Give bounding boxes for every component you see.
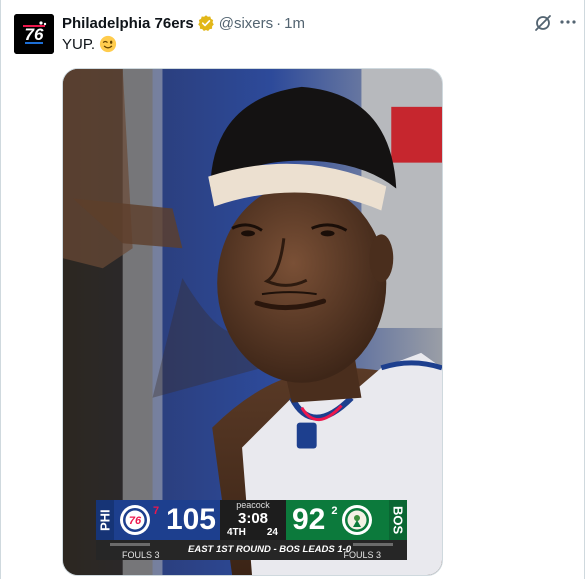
away-seed: 2 xyxy=(331,505,338,517)
sixers-avatar[interactable]: 76 xyxy=(14,14,54,54)
celtics-team-logo-icon xyxy=(341,505,372,535)
away-fouls: FOULS 3 xyxy=(343,550,381,560)
shot-clock: 24 xyxy=(266,527,278,538)
grok-icon[interactable] xyxy=(533,13,553,33)
home-fouls-bar xyxy=(110,543,150,546)
sixers-team-logo-icon: 76 xyxy=(120,505,150,535)
tweet-header: Philadelphia 76ers @sixers · 1m xyxy=(62,13,305,33)
svg-text:76: 76 xyxy=(25,25,44,44)
home-team-abbr: PHI xyxy=(96,500,114,540)
display-name[interactable]: Philadelphia 76ers xyxy=(62,15,194,32)
timestamp[interactable]: 1m xyxy=(284,15,305,32)
sixers-logo-icon: 76 xyxy=(14,14,54,54)
away-fouls-bar xyxy=(353,543,393,546)
game-clock-panel: peacock 3:08 4TH 24 xyxy=(220,500,286,540)
account-handle[interactable]: @sixers xyxy=(219,15,273,32)
left-border xyxy=(0,0,1,579)
scorebug-info-row: FOULS 3 EAST 1ST ROUND - BOS LEADS 1-0 F… xyxy=(96,540,407,560)
away-team-abbr: BOS xyxy=(389,500,407,540)
game-clock: 3:08 xyxy=(237,510,269,527)
more-options-icon[interactable] xyxy=(559,19,577,25)
home-team-panel: PHI 76 7 105 xyxy=(96,500,220,540)
away-team-panel: 92 2 BOS xyxy=(286,500,407,540)
away-score: 92 xyxy=(292,503,326,536)
tweet-text-content: YUP. xyxy=(62,35,96,53)
scorebug: PHI 76 7 105 peacock 3:08 4TH 24 92 2 BO… xyxy=(96,500,407,562)
series-status: EAST 1ST ROUND - BOS LEADS 1-0 xyxy=(188,544,352,555)
home-seed: 7 xyxy=(153,505,160,517)
verified-gold-badge-icon[interactable] xyxy=(197,14,215,32)
period: 4TH xyxy=(227,527,246,538)
tweet-media-image[interactable]: PHI 76 7 105 peacock 3:08 4TH 24 92 2 BO… xyxy=(62,68,443,576)
separator-dot: · xyxy=(276,14,282,32)
tweet-text: YUP. xyxy=(62,35,117,53)
svg-text:76: 76 xyxy=(129,515,142,527)
scorebug-main-row: PHI 76 7 105 peacock 3:08 4TH 24 92 2 BO… xyxy=(96,500,407,540)
home-fouls: FOULS 3 xyxy=(122,550,160,560)
home-score: 105 xyxy=(165,503,216,536)
winking-face-emoji xyxy=(99,35,117,53)
